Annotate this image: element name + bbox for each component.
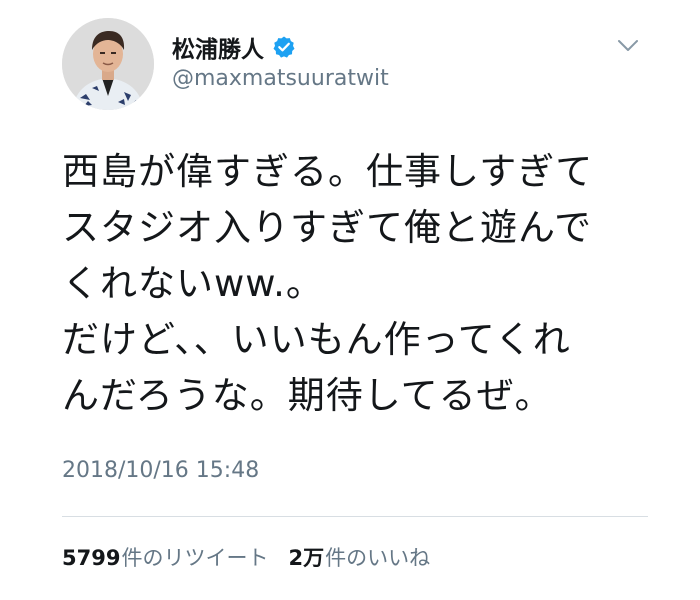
- like-count: 2万: [288, 546, 325, 570]
- tweet-text-line: んだろうな。期待してるぜ。: [62, 374, 553, 417]
- like-label: 件のいいね: [325, 546, 431, 570]
- user-handle[interactable]: @maxmatsuuratwit: [172, 66, 389, 91]
- avatar[interactable]: [62, 18, 154, 110]
- retweet-label: 件のリツイート: [121, 546, 269, 570]
- display-name-row: 松浦勝人: [172, 30, 389, 64]
- like-stat[interactable]: 2万 件のいいね: [288, 542, 430, 572]
- tweet-timestamp[interactable]: 2018/10/16 15:48: [62, 458, 259, 483]
- retweet-stat[interactable]: 5799 件のリツイート: [62, 542, 268, 572]
- tweet-card: 松浦勝人 @maxmatsuuratwit 西島が偉すぎる。仕事しすぎて スタジ…: [0, 0, 700, 600]
- display-name[interactable]: 松浦勝人: [172, 30, 264, 64]
- divider: [62, 516, 648, 517]
- profile-photo: [62, 18, 154, 110]
- tweet-text: 西島が偉すぎる。仕事しすぎて スタジオ入りすぎて俺と遊んで くれないww.。 だ…: [62, 144, 662, 424]
- user-header: 松浦勝人 @maxmatsuuratwit: [172, 30, 389, 91]
- retweet-count: 5799: [62, 546, 121, 570]
- tweet-text-line: くれないww.。: [62, 262, 324, 305]
- tweet-text-line: 西島が偉すぎる。仕事しすぎて: [62, 150, 594, 193]
- verified-badge-icon: [272, 35, 296, 59]
- tweet-text-line: だけど、、いいもん作ってくれ: [62, 318, 571, 361]
- tweet-text-line: スタジオ入りすぎて俺と遊んで: [62, 206, 593, 249]
- chevron-down-icon[interactable]: [617, 38, 639, 52]
- tweet-stats: 5799 件のリツイート 2万 件のいいね: [62, 542, 430, 572]
